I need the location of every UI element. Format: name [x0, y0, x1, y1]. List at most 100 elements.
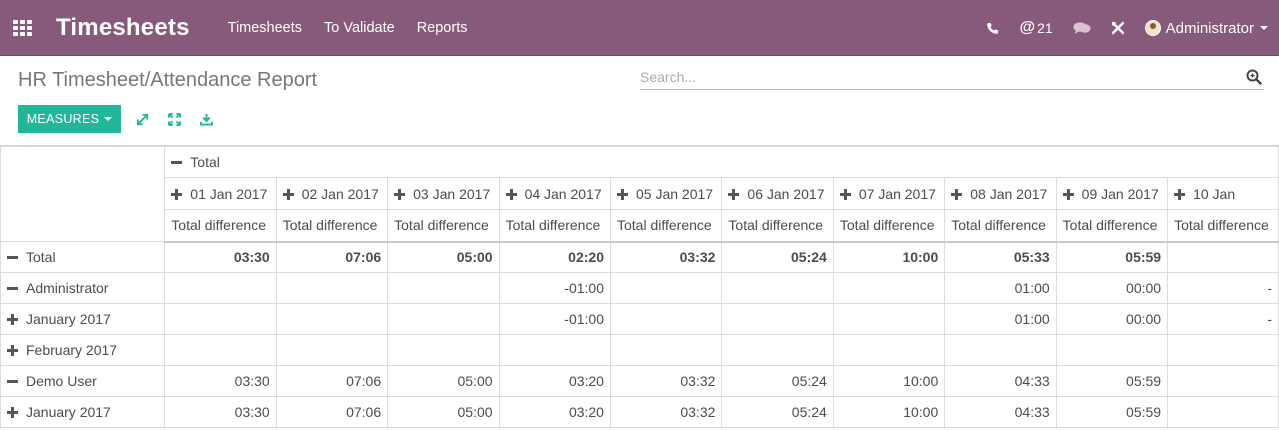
user-menu[interactable]: Administrator: [1144, 20, 1268, 37]
pivot-cell[interactable]: 05:33: [944, 241, 1057, 273]
col-header-date[interactable]: 07 Jan 2017: [832, 177, 946, 210]
pivot-cell[interactable]: 07:06: [275, 365, 389, 397]
pivot-cell[interactable]: [1167, 241, 1279, 273]
pivot-cell[interactable]: 05:24: [721, 241, 834, 273]
pivot-cell[interactable]: [387, 334, 500, 366]
measure-header[interactable]: Total difference: [164, 209, 277, 243]
pivot-cell[interactable]: 04:33: [944, 365, 1057, 397]
measure-header[interactable]: Total difference: [721, 209, 834, 243]
pivot-cell[interactable]: [721, 272, 834, 304]
pivot-cell[interactable]: 10:00: [832, 241, 946, 273]
measure-header[interactable]: Total difference: [1167, 209, 1279, 243]
pivot-cell[interactable]: 03:30: [164, 396, 277, 428]
pivot-cell[interactable]: 00:00: [1055, 303, 1169, 335]
apps-menu-button[interactable]: [0, 0, 44, 56]
pivot-cell[interactable]: [609, 303, 723, 335]
pivot-cell[interactable]: 01:00: [944, 303, 1057, 335]
row-header-month[interactable]: February 2017: [0, 334, 166, 366]
pivot-cell[interactable]: -: [1167, 303, 1279, 335]
menu-to-validate[interactable]: To Validate: [324, 20, 395, 36]
pivot-cell[interactable]: 03:30: [164, 365, 277, 397]
debug-icon[interactable]: [1111, 21, 1125, 35]
col-header-date[interactable]: 06 Jan 2017: [721, 177, 834, 210]
pivot-cell[interactable]: [1167, 334, 1279, 366]
pivot-cell[interactable]: 03:30: [164, 241, 277, 273]
pivot-cell[interactable]: -01:00: [498, 272, 611, 304]
pivot-cell[interactable]: [275, 303, 389, 335]
measure-header[interactable]: Total difference: [498, 209, 611, 243]
pivot-cell[interactable]: [498, 334, 611, 366]
pivot-cell[interactable]: [164, 334, 277, 366]
pivot-cell[interactable]: 01:00: [944, 272, 1057, 304]
pivot-cell[interactable]: [387, 272, 500, 304]
measure-header[interactable]: Total difference: [609, 209, 723, 243]
pivot-cell[interactable]: [164, 272, 277, 304]
row-header-month[interactable]: January 2017: [0, 396, 166, 428]
pivot-cell[interactable]: 05:00: [387, 396, 500, 428]
search-icon[interactable]: [1246, 69, 1262, 88]
pivot-cell[interactable]: [275, 334, 389, 366]
pivot-cell[interactable]: [832, 272, 946, 304]
menu-reports[interactable]: Reports: [417, 20, 468, 36]
measure-header[interactable]: Total difference: [832, 209, 946, 243]
flip-axis-icon[interactable]: [134, 111, 150, 127]
pivot-cell[interactable]: [832, 334, 946, 366]
row-header-administrator[interactable]: Administrator: [0, 272, 166, 304]
pivot-cell[interactable]: 07:06: [275, 396, 389, 428]
pivot-cell[interactable]: [721, 303, 834, 335]
col-header-date[interactable]: 01 Jan 2017: [164, 177, 277, 210]
pivot-cell[interactable]: [275, 272, 389, 304]
pivot-cell[interactable]: -01:00: [498, 303, 611, 335]
mentions-button[interactable]: @ 21: [1019, 19, 1052, 37]
pivot-cell[interactable]: [1167, 396, 1279, 428]
pivot-cell[interactable]: [164, 303, 277, 335]
pivot-cell[interactable]: 05:00: [387, 241, 500, 273]
pivot-cell[interactable]: 05:59: [1055, 396, 1169, 428]
measure-header[interactable]: Total difference: [1055, 209, 1169, 243]
col-header-date[interactable]: 02 Jan 2017: [275, 177, 389, 210]
pivot-cell[interactable]: 00:00: [1055, 272, 1169, 304]
row-header-month[interactable]: January 2017: [0, 303, 166, 335]
expand-all-icon[interactable]: [166, 111, 182, 127]
pivot-cell[interactable]: 07:06: [275, 241, 389, 273]
pivot-cell[interactable]: 05:24: [721, 365, 834, 397]
col-header-date[interactable]: 10 Jan: [1167, 177, 1279, 210]
pivot-cell[interactable]: [1055, 334, 1169, 366]
pivot-cell[interactable]: [1167, 365, 1279, 397]
measures-button[interactable]: MEASURES: [18, 105, 121, 133]
download-icon[interactable]: [198, 111, 214, 127]
col-header-date[interactable]: 04 Jan 2017: [498, 177, 611, 210]
col-header-date[interactable]: 08 Jan 2017: [944, 177, 1057, 210]
pivot-cell[interactable]: 03:32: [609, 241, 723, 273]
pivot-cell[interactable]: 10:00: [832, 365, 946, 397]
pivot-cell[interactable]: -: [1167, 272, 1279, 304]
row-header-total[interactable]: Total: [0, 241, 166, 273]
pivot-cell[interactable]: 03:32: [609, 396, 723, 428]
measure-header[interactable]: Total difference: [944, 209, 1057, 243]
pivot-cell[interactable]: 10:00: [832, 396, 946, 428]
col-header-date[interactable]: 09 Jan 2017: [1055, 177, 1169, 210]
measure-header[interactable]: Total difference: [387, 209, 500, 243]
pivot-cell[interactable]: 03:20: [498, 365, 611, 397]
pivot-cell[interactable]: [609, 334, 723, 366]
pivot-cell[interactable]: 02:20: [498, 241, 611, 273]
pivot-cell[interactable]: [944, 334, 1057, 366]
pivot-cell[interactable]: 05:59: [1055, 241, 1169, 273]
pivot-cell[interactable]: [721, 334, 834, 366]
pivot-cell[interactable]: 05:00: [387, 365, 500, 397]
col-header-date[interactable]: 03 Jan 2017: [387, 177, 500, 210]
measure-header[interactable]: Total difference: [275, 209, 389, 243]
phone-icon[interactable]: [986, 22, 999, 35]
pivot-cell[interactable]: 03:32: [609, 365, 723, 397]
search-input[interactable]: [640, 66, 1230, 88]
pivot-cell[interactable]: 04:33: [944, 396, 1057, 428]
col-header-total[interactable]: Total: [164, 146, 1279, 178]
pivot-cell[interactable]: 05:59: [1055, 365, 1169, 397]
row-header-demo-user[interactable]: Demo User: [0, 365, 166, 397]
col-header-date[interactable]: 05 Jan 2017: [609, 177, 723, 210]
pivot-cell[interactable]: [832, 303, 946, 335]
pivot-cell[interactable]: 05:24: [721, 396, 834, 428]
chat-icon[interactable]: [1073, 21, 1091, 35]
pivot-cell[interactable]: [387, 303, 500, 335]
pivot-cell[interactable]: 03:20: [498, 396, 611, 428]
